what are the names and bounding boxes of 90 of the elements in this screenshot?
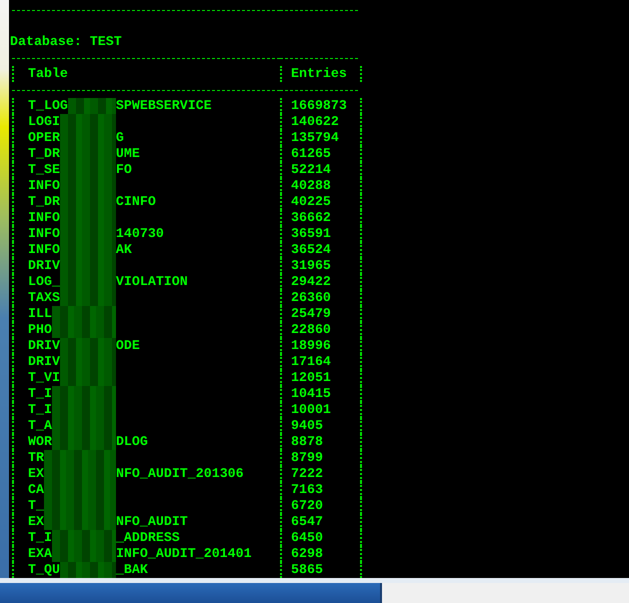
entry-count: 5865 (291, 562, 323, 577)
table-name: T_QU (28, 562, 60, 578)
table-name: INFO_AUDIT_201401 (116, 546, 252, 562)
table-name: DRIV (28, 338, 60, 354)
table-name: PHO (28, 322, 52, 338)
redaction-mark (52, 434, 116, 450)
table-name: T_I (28, 530, 52, 546)
database-label: Database: TEST (10, 34, 122, 50)
entry-count: 10415 (291, 386, 331, 401)
table-name: UME (116, 146, 140, 162)
table-name: T_I (28, 402, 52, 418)
redaction-mark (52, 306, 116, 322)
entry-count: 29422 (291, 274, 331, 289)
redaction-mark (60, 290, 116, 306)
entry-count: 7163 (291, 482, 323, 497)
table-name: LOGI (28, 114, 60, 130)
entry-count: 1669873 (291, 98, 347, 113)
table-name: OPER (28, 130, 60, 146)
table-name: EX (28, 466, 44, 482)
entry-count: 7222 (291, 466, 323, 481)
redaction-mark (60, 114, 116, 130)
entry-count: 8799 (291, 450, 323, 465)
table-name: INFO (28, 242, 60, 258)
table-name: ODE (116, 338, 140, 354)
entry-count: 61265 (291, 146, 331, 161)
table-name: DRIV (28, 354, 60, 370)
entry-count: 17164 (291, 354, 331, 369)
table-name: T_VI (28, 370, 60, 386)
entry-count: 18996 (291, 338, 331, 353)
table-name: TAXS (28, 290, 60, 306)
table-name: TR (28, 450, 44, 466)
entry-count: 140622 (291, 114, 339, 129)
column-header: Entries (291, 66, 347, 81)
table-name: DLOG (116, 434, 148, 450)
table-name: CA (28, 482, 44, 498)
table-name: _BAK (116, 562, 148, 578)
entry-count: 9405 (291, 418, 323, 433)
table-name: T_I (28, 386, 52, 402)
redaction-mark (60, 338, 116, 354)
table-name: WOR (28, 434, 52, 450)
entry-count: 52214 (291, 162, 331, 177)
table-name: G (116, 130, 124, 146)
table-name: T_SE (28, 162, 60, 178)
entry-count: 8878 (291, 434, 323, 449)
entry-count: 10001 (291, 402, 331, 417)
table-name: EXA (28, 546, 52, 562)
table-name: INFO (28, 226, 60, 242)
redaction-mark (52, 386, 116, 402)
table-name: FO (116, 162, 132, 178)
table-name: CINFO (116, 194, 156, 210)
table-name: AK (116, 242, 132, 258)
table-name: 140730 (116, 226, 164, 242)
table-name: NFO_AUDIT_201306 (116, 466, 244, 482)
table-name: T_ (28, 498, 44, 514)
entry-count: 36591 (291, 226, 331, 241)
redaction-mark (52, 322, 116, 338)
entry-count: 6298 (291, 546, 323, 561)
entry-count: 6450 (291, 530, 323, 545)
table-name: INFO (28, 178, 60, 194)
entry-count: 26360 (291, 290, 331, 305)
table-name: T_DR (28, 194, 60, 210)
entry-count: 36662 (291, 210, 331, 225)
redaction-mark (52, 546, 116, 562)
redaction-mark (60, 370, 116, 386)
table-name: _ADDRESS (116, 530, 180, 546)
redaction-mark (60, 562, 116, 578)
entry-count: 6547 (291, 514, 323, 529)
table-name: VIOLATION (116, 274, 188, 290)
table-name: DRIV (28, 258, 60, 274)
entry-count: 40288 (291, 178, 331, 193)
table-name: SPWEBSERVICE (116, 98, 212, 114)
table-name: T_DR (28, 146, 60, 162)
entry-count: 40225 (291, 194, 331, 209)
column-header: Table (28, 66, 68, 82)
table-name: LOG_ (28, 274, 60, 290)
entry-count: 36524 (291, 242, 331, 257)
table-name: EX (28, 514, 44, 530)
entry-count: 6720 (291, 498, 323, 513)
table-name: T_A (28, 418, 52, 434)
entry-count: 31965 (291, 258, 331, 273)
table-name: NFO_AUDIT (116, 514, 188, 530)
table-name: INFO (28, 210, 60, 226)
redaction-mark (52, 530, 116, 546)
entry-count: 135794 (291, 130, 339, 145)
entry-count: 22860 (291, 322, 331, 337)
entry-count: 12051 (291, 370, 331, 385)
table-name: T_LOG (28, 98, 68, 114)
redaction-mark (68, 98, 116, 114)
entry-count: 25479 (291, 306, 331, 321)
table-name: ILL (28, 306, 52, 322)
